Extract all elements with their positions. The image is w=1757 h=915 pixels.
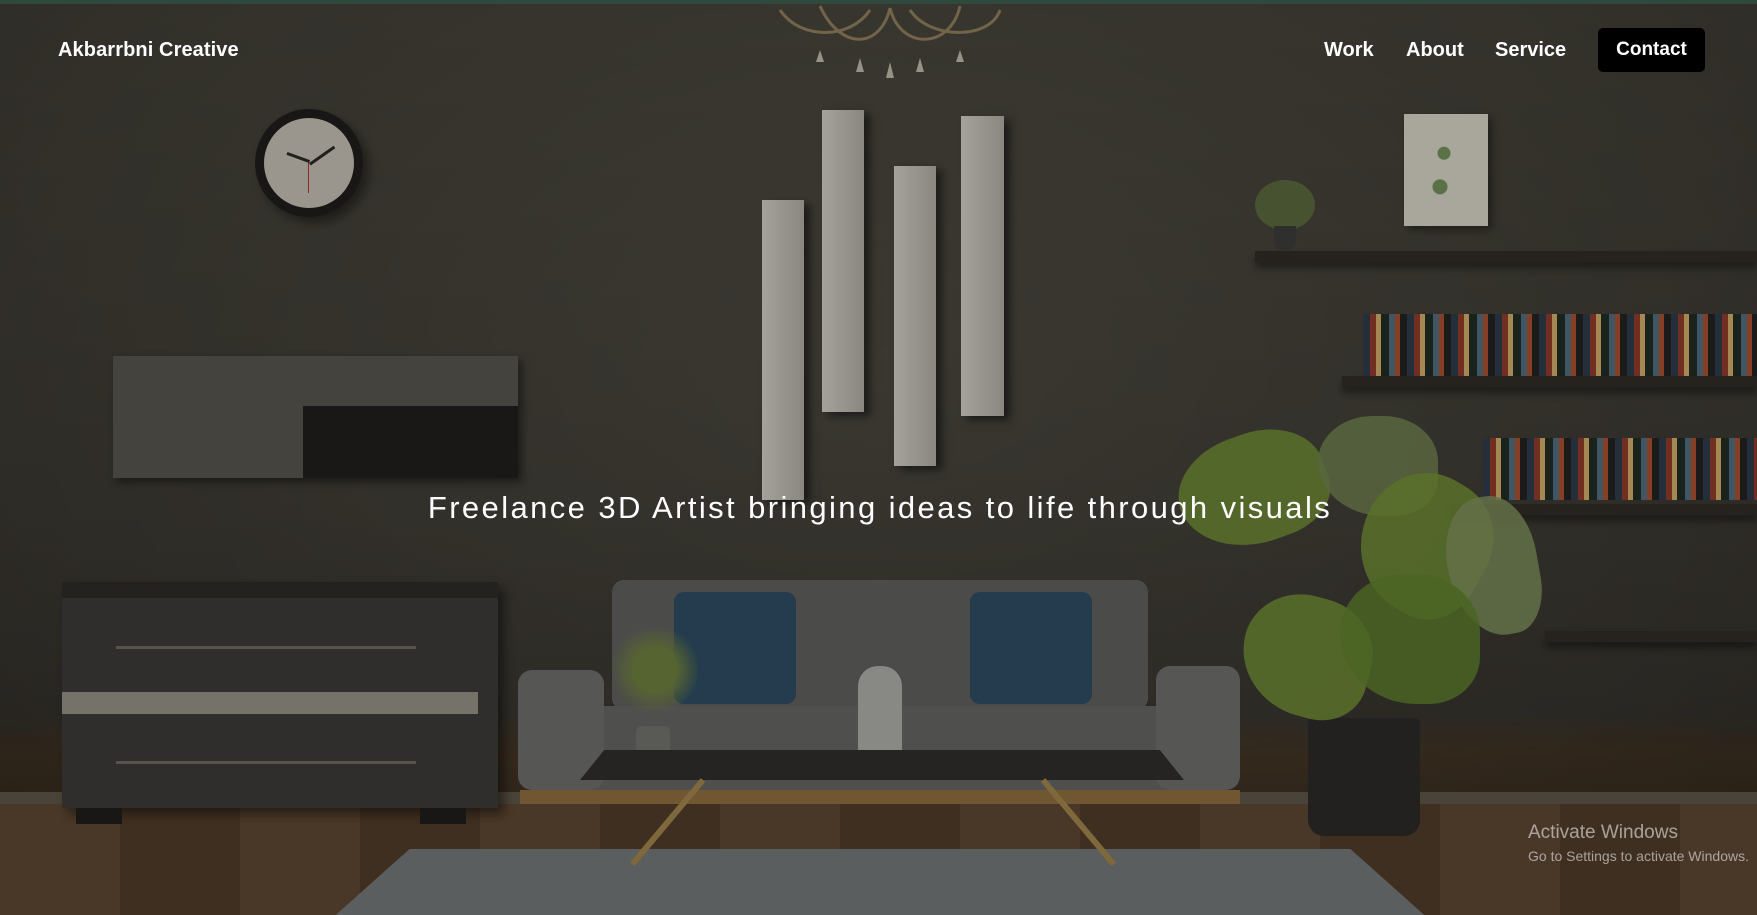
windows-activation-watermark: Activate Windows Go to Settings to activ… bbox=[1528, 822, 1749, 864]
hero-background bbox=[0, 4, 1757, 915]
watermark-title: Activate Windows bbox=[1528, 822, 1678, 843]
nav-link-about[interactable]: About bbox=[1406, 39, 1464, 62]
dark-overlay bbox=[0, 4, 1757, 915]
contact-button[interactable]: Contact bbox=[1598, 28, 1705, 72]
watermark-subtitle: Go to Settings to activate Windows. bbox=[1528, 848, 1749, 864]
navbar: Akbarrbni Creative Work About Service Co… bbox=[0, 4, 1757, 96]
nav-link-service[interactable]: Service bbox=[1495, 39, 1566, 62]
brand-logo-link[interactable]: Akbarrbni Creative bbox=[58, 39, 239, 62]
nav-link-work[interactable]: Work bbox=[1324, 39, 1374, 62]
hero-tagline: Freelance 3D Artist bringing ideas to li… bbox=[427, 490, 1333, 525]
